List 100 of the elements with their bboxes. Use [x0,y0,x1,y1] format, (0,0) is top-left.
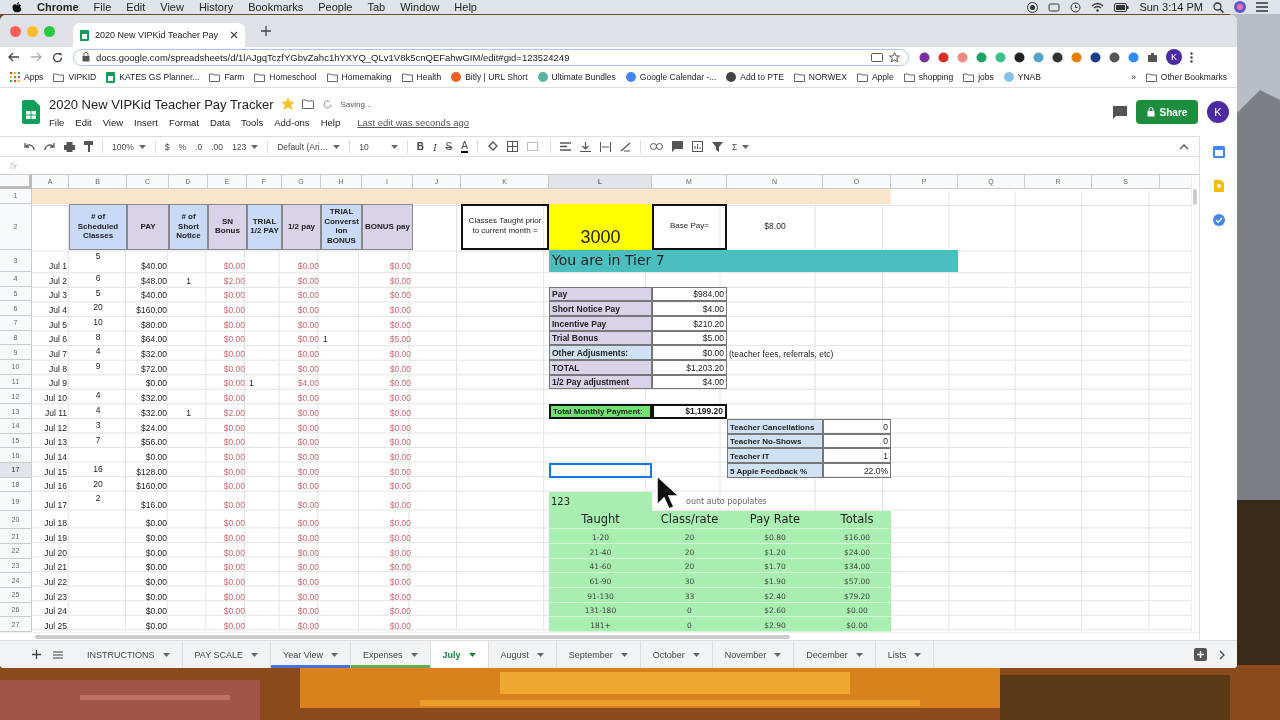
caret-icon[interactable] [692,652,700,657]
caret-icon[interactable] [855,652,863,657]
caret-icon[interactable] [333,144,341,149]
caret-icon[interactable] [138,144,146,149]
profile-avatar[interactable]: K [1166,49,1182,65]
last-edit-link[interactable]: Last edit was seconds ago [357,116,470,128]
italic-button[interactable]: I [432,140,437,153]
link-icon[interactable] [649,143,663,151]
bookmark[interactable]: YNAB [1017,72,1041,82]
apple-icon[interactable] [12,1,22,13]
folder-icon[interactable] [53,72,65,82]
vertical-align-icon[interactable] [579,141,591,152]
caret-icon[interactable] [620,652,628,657]
folder-icon[interactable] [401,72,413,82]
caret-icon[interactable] [536,652,544,657]
menubar-clock[interactable]: Sun 3:14 PM [1139,1,1203,13]
functions-button[interactable]: Σ [731,141,750,152]
bookmark[interactable]: NORWEX [808,72,847,82]
apps-grid-icon[interactable] [10,72,20,82]
new-tab-icon[interactable] [261,26,271,36]
paint-format-icon[interactable] [84,141,93,153]
add-sheet-icon[interactable] [32,650,41,659]
menu-item[interactable]: Edit [75,116,92,128]
percent-format-button[interactable]: % [178,141,187,152]
close-icon[interactable] [230,31,238,39]
fill-color-icon[interactable] [486,141,498,153]
document-title[interactable]: 2020 New VIPKid Teacher Pay Tracker [49,96,274,112]
menu-item[interactable]: Bookmarks [248,1,304,13]
bookmark[interactable]: Homemaking [341,72,392,82]
extension-icon[interactable] [919,51,930,63]
caret-icon[interactable] [251,144,259,149]
text-wrap-icon[interactable] [599,141,611,152]
bookmark[interactable]: shopping [918,72,954,82]
menu-item[interactable]: Format [168,116,199,128]
menu-item[interactable]: View [102,116,124,128]
calendar-icon[interactable] [1212,146,1225,158]
sheet-tab[interactable]: September [556,641,641,668]
back-icon[interactable] [8,52,20,62]
menu-item[interactable]: People [318,1,353,13]
folder-icon[interactable] [963,72,975,82]
bookmark[interactable]: Homeschool [269,72,317,82]
undo-icon[interactable] [24,142,35,152]
search-icon[interactable] [1213,1,1224,13]
scrollbar-thumb[interactable] [1193,189,1197,205]
spreadsheet-icon[interactable] [106,71,116,83]
increase-decimals-button[interactable]: .00 [211,141,223,152]
folder-icon[interactable] [326,72,338,82]
reload-icon[interactable] [52,51,63,63]
move-folder-icon[interactable] [301,99,314,109]
folder-icon[interactable] [903,72,915,82]
app-menu[interactable]: Chrome [37,1,79,13]
browser-tab[interactable]: 2020 New VIPKid Teacher Pay [73,23,245,47]
bookmark[interactable]: Apple [871,72,894,82]
bookmark[interactable]: Add to PTE [740,72,784,82]
filter-icon[interactable] [711,141,723,152]
bookmark[interactable]: Google Calendar -... [639,72,717,82]
bookmark[interactable]: jobs [978,72,994,82]
currency-format-button[interactable]: $ [164,141,170,152]
caret-icon[interactable] [914,652,922,657]
sheet-tab[interactable]: November [712,641,795,668]
menu-item[interactable]: Insert [134,116,158,128]
star-icon[interactable] [889,51,900,63]
wifi-icon[interactable] [1091,2,1105,12]
sheet-tab[interactable]: December [794,641,876,668]
tasks-icon[interactable] [1212,214,1225,226]
chart-icon[interactable] [691,141,703,153]
sheet-tab[interactable]: Expenses [351,641,431,668]
menu-item[interactable]: Tools [241,116,264,128]
folder-icon[interactable] [1145,72,1157,82]
sheet-tab[interactable]: PAY SCALE [182,641,272,668]
bookmark[interactable]: Other Bookmarks [1160,72,1227,82]
caret-icon[interactable] [774,652,782,657]
print-icon[interactable] [64,141,75,152]
redo-icon[interactable] [44,142,55,152]
bookmark[interactable]: Bitly | URL Short [465,72,528,82]
folder-icon[interactable] [793,72,805,82]
explore-icon[interactable] [1194,648,1207,661]
menu-item[interactable]: Help [454,1,477,13]
share-button[interactable]: Share [1136,100,1198,124]
caret-icon[interactable] [331,652,339,657]
folder-icon[interactable] [254,72,266,82]
bookmark[interactable]: KATES GS Planner... [119,72,200,82]
borders-icon[interactable] [506,141,518,153]
bookmark[interactable]: Health [416,72,442,82]
sheet-tab[interactable]: Year View [271,641,352,668]
strikethrough-button[interactable]: S [445,141,453,153]
extension-icon[interactable] [1014,51,1025,63]
battery-icon[interactable] [1114,2,1130,12]
extension-icon[interactable] [1109,51,1120,63]
comments-icon[interactable] [1113,105,1127,119]
siri-icon[interactable] [1234,1,1246,13]
folder-icon[interactable] [856,72,868,82]
text-rotation-icon[interactable] [619,141,631,152]
active-cell[interactable] [549,462,652,478]
more-icon[interactable] [1190,51,1193,63]
folder-icon[interactable] [209,72,221,82]
puzzle-icon[interactable] [1147,51,1158,63]
menu-item[interactable]: Help [320,116,341,128]
menu-item[interactable]: Edit [126,1,146,13]
bookmark[interactable]: VIPKID [68,72,97,82]
